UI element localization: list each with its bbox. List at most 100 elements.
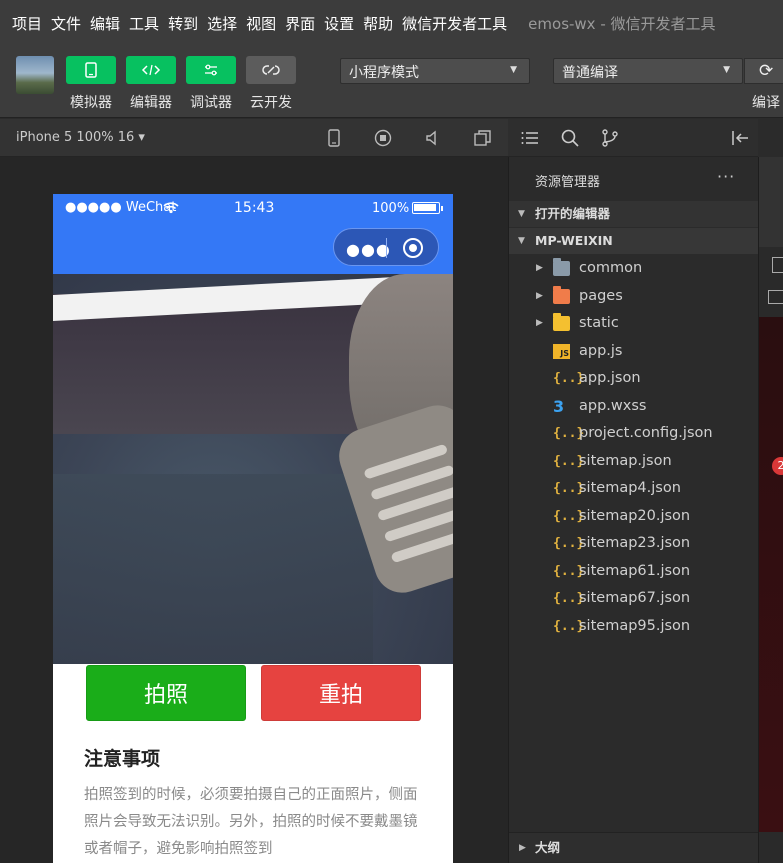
stop-icon[interactable] [373, 128, 393, 148]
cloud-button[interactable] [246, 56, 296, 84]
window-title: emos-wx - 微信开发者工具 [528, 14, 716, 33]
tree-item-label: project.config.json [579, 425, 713, 441]
json-icon: {..} [553, 564, 585, 579]
debugger-button[interactable] [186, 56, 236, 84]
mode-select[interactable]: 小程序模式 ▼ [340, 58, 530, 84]
tree-item-label: sitemap4.json [579, 480, 681, 496]
tree-file-project-config[interactable]: {..} project.config.json [509, 420, 759, 447]
menu-item-devtools[interactable]: 微信开发者工具 [402, 13, 507, 34]
mode-select-value: 小程序模式 [349, 65, 419, 81]
tree-file-sitemap[interactable]: {..} sitemap.json [509, 448, 759, 475]
panel-toggle-icon[interactable] [772, 257, 783, 273]
menu-item-interface[interactable]: 界面 [285, 13, 315, 34]
tree-file-app-js[interactable]: JS app.js [509, 338, 759, 365]
status-bar: ●●●●● WeChat 15:43 100% [53, 194, 453, 222]
outline-section[interactable]: ▶ 大纲 [509, 832, 759, 862]
menu-item-goto[interactable]: 转到 [168, 13, 198, 34]
error-count-badge: 2 [772, 457, 783, 475]
more-actions-icon[interactable]: ··· [717, 167, 735, 186]
retake-button[interactable]: 重拍 [261, 665, 421, 721]
code-icon [141, 64, 161, 76]
chevron-right-icon: ▶ [536, 318, 543, 328]
chevron-down-icon: ▼ [510, 65, 517, 75]
menu-item-help[interactable]: 帮助 [363, 13, 393, 34]
js-icon: JS [553, 344, 570, 359]
tree-file-app-json[interactable]: {..} app.json [509, 365, 759, 392]
explorer-title: 资源管理器 [535, 175, 601, 190]
open-editors-label: 打开的编辑器 [535, 206, 611, 221]
tree-folder-common[interactable]: ▶ common [509, 255, 759, 282]
tree-file-sitemap20[interactable]: {..} sitemap20.json [509, 503, 759, 530]
tree-file-sitemap23[interactable]: {..} sitemap23.json [509, 530, 759, 557]
tree-file-sitemap61[interactable]: {..} sitemap61.json [509, 558, 759, 585]
project-root-section[interactable]: ▼ MP-WEIXIN [509, 228, 759, 254]
battery-tip [441, 206, 443, 211]
editor-button[interactable] [126, 56, 176, 84]
menu-item-edit[interactable]: 编辑 [90, 13, 120, 34]
speaker-icon[interactable] [423, 128, 443, 148]
close-record-icon[interactable] [403, 238, 423, 258]
capsule-menu[interactable]: ●●● [333, 228, 439, 266]
menu-item-settings[interactable]: 设置 [324, 13, 354, 34]
compile-select[interactable]: 普通编译 ▼ [553, 58, 743, 84]
simulator-button[interactable] [66, 56, 116, 84]
error-region [759, 317, 783, 832]
folder-icon [553, 258, 570, 276]
tree-file-sitemap67[interactable]: {..} sitemap67.json [509, 585, 759, 612]
wifi-icon [163, 202, 179, 214]
tree-folder-pages[interactable]: ▶ pages [509, 283, 759, 310]
phone-icon[interactable] [324, 128, 344, 148]
tree-item-label: sitemap67.json [579, 590, 691, 606]
tree-item-label: app.json [579, 370, 641, 386]
avatar[interactable] [16, 56, 54, 94]
search-icon[interactable] [560, 128, 580, 148]
battery-icon [412, 202, 440, 214]
device-select[interactable]: iPhone 5 100% 16 ▾ [16, 130, 145, 145]
menu-bar: 项目 文件 编辑 工具 转到 选择 视图 界面 设置 帮助 微信开发者工具 em… [0, 0, 783, 46]
window-icon[interactable] [473, 128, 493, 148]
menu-item-select[interactable]: 选择 [207, 13, 237, 34]
source-control-icon[interactable] [600, 128, 620, 148]
compile-label: 编译 [752, 95, 780, 111]
tree-file-sitemap95[interactable]: {..} sitemap95.json [509, 613, 759, 640]
file-list-icon[interactable] [520, 128, 540, 148]
json-icon: {..} [553, 509, 585, 524]
menu-item-tools[interactable]: 工具 [129, 13, 159, 34]
more-dots-icon[interactable]: ●●● [346, 240, 391, 259]
tree-item-label: static [579, 315, 619, 331]
menu-item-project[interactable]: 项目 [12, 13, 42, 34]
tree-file-app-wxss[interactable]: 3 app.wxss [509, 393, 759, 420]
camera-floor [53, 474, 373, 664]
cloud-label: 云开发 [250, 95, 292, 111]
debugger-label: 调试器 [190, 95, 232, 111]
json-icon: {..} [553, 454, 585, 469]
tree-folder-static[interactable]: ▶ static [509, 310, 759, 337]
tree-item-label: app.js [579, 343, 623, 359]
compile-button[interactable]: ⟳ [744, 58, 783, 84]
editor-label: 编辑器 [130, 95, 172, 111]
toolbar: 模拟器 编辑器 调试器 云开发 小程序模式 ▼ 普通编译 ▼ ⟳ 编译 [0, 46, 783, 118]
capsule-divider [386, 238, 387, 258]
json-icon: {..} [553, 371, 585, 386]
outline-label: 大纲 [535, 840, 561, 855]
shoot-button[interactable]: 拍照 [86, 665, 246, 721]
tree-item-label: app.wxss [579, 398, 647, 414]
chevron-down-icon: ▼ [518, 236, 525, 246]
tree-item-label: sitemap95.json [579, 618, 691, 634]
tree-item-label: sitemap23.json [579, 535, 691, 551]
tree-file-sitemap4[interactable]: {..} sitemap4.json [509, 475, 759, 502]
menu-item-file[interactable]: 文件 [51, 13, 81, 34]
editor-edge-panel: 2 [758, 157, 783, 863]
open-editors-section[interactable]: ▼ 打开的编辑器 [509, 201, 759, 227]
simulator-label: 模拟器 [70, 95, 112, 111]
play-icon[interactable] [768, 290, 783, 304]
notes-body: 拍照签到的时候，必须要拍摄自己的正面照片，侧面照片会导致无法识别。另外，拍照的时… [84, 787, 418, 857]
chevron-right-icon: ▶ [519, 843, 526, 853]
camera-preview [53, 274, 453, 664]
phone-icon [85, 62, 97, 78]
json-icon: {..} [553, 481, 585, 496]
compile-select-value: 普通编译 [562, 65, 618, 81]
collapse-panel-icon[interactable] [730, 128, 750, 148]
status-time: 15:43 [234, 200, 275, 216]
menu-item-view[interactable]: 视图 [246, 13, 276, 34]
